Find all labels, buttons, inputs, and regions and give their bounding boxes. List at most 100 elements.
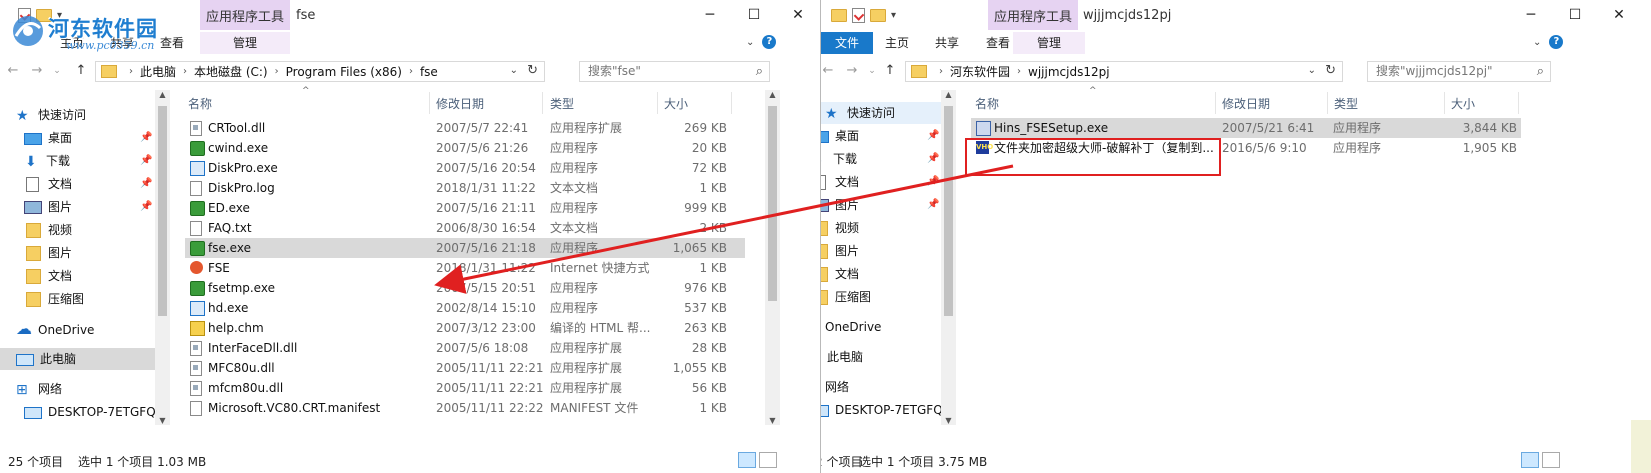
file-row[interactable]: fsetmp.exe 2007/5/15 20:51 应用程序 976 KB (185, 278, 745, 298)
scroll-down-icon[interactable]: ▼ (765, 416, 780, 425)
address-bar[interactable]: › 河东软件园 › wjjjmcjds12pj ⌄ ↻ (905, 61, 1343, 82)
nav-downloads[interactable]: 下载 (821, 148, 857, 171)
column-type[interactable]: 类型 (1334, 95, 1358, 112)
scroll-thumb[interactable] (768, 106, 777, 301)
nav-desktop[interactable]: 桌面 (24, 127, 72, 149)
nav-archives[interactable]: 压缩图 (821, 286, 871, 308)
close-button[interactable]: ✕ (776, 0, 820, 30)
file-row[interactable]: mfcm80u.dll 2005/11/11 22:21 应用程序扩展 56 KB (185, 378, 745, 398)
nav-desktop-host[interactable]: DESKTOP-7ETGFQH (821, 399, 952, 421)
file-row[interactable]: InterFaceDll.dll 2007/5/6 18:08 应用程序扩展 28 K… (185, 338, 745, 358)
scroll-up-icon[interactable]: ▲ (155, 90, 170, 99)
scroll-thumb[interactable] (158, 106, 167, 316)
pin-icon[interactable]: 📌 (927, 199, 939, 210)
nav-scrollbar[interactable]: ▲ ▼ (155, 90, 170, 425)
nav-desktop[interactable]: 桌面 (821, 125, 859, 147)
file-row[interactable]: cwind.exe 2007/5/6 21:26 应用程序 20 KB (185, 138, 745, 158)
up-arrow-icon[interactable]: ↑ (72, 63, 90, 78)
column-date[interactable]: 修改日期 (1222, 95, 1270, 112)
pin-icon[interactable]: 📌 (140, 132, 152, 143)
pin-icon[interactable]: 📌 (927, 130, 939, 141)
tab-file[interactable]: 文件 (821, 32, 874, 54)
large-icons-view-icon[interactable] (759, 452, 777, 468)
nav-network[interactable]: 网络 (821, 376, 849, 398)
refresh-icon[interactable]: ↻ (527, 63, 538, 78)
pin-icon[interactable]: 📌 (927, 153, 939, 164)
back-arrow-icon[interactable]: ← (821, 63, 837, 78)
forward-arrow-icon[interactable]: → (843, 63, 861, 78)
forward-arrow-icon[interactable]: → (28, 63, 46, 78)
properties-icon[interactable] (852, 7, 865, 23)
column-size[interactable]: 大小 (664, 95, 688, 112)
nav-onedrive[interactable]: OneDrive (16, 318, 94, 341)
file-row[interactable]: CRTool.dll 2007/5/7 22:41 应用程序扩展 269 KB (185, 118, 745, 138)
search-box[interactable]: 搜索"wjjjmcjds12pj" ⌕ (1367, 61, 1551, 82)
file-row[interactable]: Microsoft.VC80.CRT.manifest 2005/11/11 22… (185, 398, 745, 418)
nav-pictures[interactable]: 图片 (821, 194, 859, 216)
help-icon[interactable]: ? (762, 35, 777, 49)
nav-this-pc[interactable]: 此电脑 (821, 346, 863, 368)
nav-network[interactable]: 网络 (16, 378, 62, 401)
scroll-up-icon[interactable]: ▲ (941, 90, 956, 99)
breadcrumb-c-drive[interactable]: 本地磁盘 (C:) (194, 63, 268, 80)
file-row[interactable]: MFC80u.dll 2005/11/11 22:21 应用程序扩展 1,055 KB (185, 358, 745, 378)
column-date[interactable]: 修改日期 (436, 95, 484, 112)
expand-ribbon-icon[interactable]: ⌄ (746, 37, 754, 48)
tab-home[interactable]: 主页 (875, 32, 919, 54)
nav-pictures-folder[interactable]: 图片 (821, 240, 859, 262)
nav-desktop-host[interactable]: DESKTOP-7ETGFQH (24, 401, 165, 423)
search-icon[interactable]: ⌕ (1537, 62, 1544, 81)
nav-pictures-folder[interactable]: 图片 (24, 242, 72, 264)
file-row[interactable]: hd.exe 2002/8/14 15:10 应用程序 537 KB (185, 298, 745, 318)
breadcrumb-wjjjmcjds12pj[interactable]: wjjjmcjds12pj (1028, 65, 1110, 79)
scroll-up-icon[interactable]: ▲ (765, 90, 780, 99)
minimize-button[interactable]: ─ (1509, 0, 1553, 30)
details-view-icon[interactable] (1521, 452, 1539, 468)
maximize-button[interactable]: ☐ (732, 0, 776, 30)
customize-qat-icon[interactable]: ▾ (891, 10, 896, 21)
address-dropdown-icon[interactable]: ⌄ (1308, 65, 1316, 76)
breadcrumb-hedong[interactable]: 河东软件园 (950, 63, 1010, 80)
nav-quick-access[interactable]: 快速访问 (16, 104, 86, 127)
nav-quick-access[interactable]: 快速访问 (821, 102, 941, 125)
breadcrumb-program-files[interactable]: Program Files (x86) (286, 65, 402, 79)
details-view-icon[interactable] (738, 452, 756, 468)
nav-videos[interactable]: 视频 (821, 217, 859, 239)
pin-icon[interactable]: 📌 (927, 176, 939, 187)
file-row[interactable]: ED.exe 2007/5/16 21:11 应用程序 999 KB (185, 198, 745, 218)
file-row[interactable]: DiskPro.exe 2007/5/16 20:54 应用程序 72 KB (185, 158, 745, 178)
pin-icon[interactable]: 📌 (140, 178, 152, 189)
column-name[interactable]: 名称 (975, 95, 999, 112)
nav-downloads[interactable]: 下载 (24, 150, 70, 173)
nav-documents-folder[interactable]: 文档 (821, 263, 859, 285)
file-row[interactable]: Hins_FSESetup.exe 2007/5/21 6:41 应用程序 3,844… (971, 118, 1521, 138)
nav-archives[interactable]: 压缩图 (24, 288, 84, 310)
address-bar[interactable]: › 此电脑 › 本地磁盘 (C:) › Program Files (x86) … (95, 61, 545, 82)
file-row[interactable]: fse.exe 2007/5/16 21:18 应用程序 1,065 KB (185, 238, 745, 258)
nav-pictures[interactable]: 图片 (24, 196, 72, 218)
column-size[interactable]: 大小 (1451, 95, 1475, 112)
recent-dropdown-icon[interactable]: ⌄ (863, 66, 881, 76)
search-icon[interactable]: ⌕ (756, 62, 763, 81)
expand-ribbon-icon[interactable]: ⌄ (1533, 37, 1541, 48)
breadcrumb-this-pc[interactable]: 此电脑 (140, 63, 176, 80)
nav-videos[interactable]: 视频 (24, 219, 72, 241)
up-arrow-icon[interactable]: ↑ (881, 63, 899, 78)
nav-documents[interactable]: 文档 (24, 173, 72, 195)
file-row[interactable]: DiskPro.log 2018/1/31 11:22 文本文档 1 KB (185, 178, 745, 198)
breadcrumb-fse[interactable]: fse (420, 65, 438, 79)
close-button[interactable]: ✕ (1597, 0, 1641, 30)
scroll-down-icon[interactable]: ▼ (155, 416, 170, 425)
search-box[interactable]: 搜索"fse" ⌕ (579, 61, 770, 82)
nav-documents[interactable]: 文档 (821, 171, 859, 193)
back-arrow-icon[interactable]: ← (4, 63, 22, 78)
refresh-icon[interactable]: ↻ (1325, 63, 1336, 78)
nav-documents-folder[interactable]: 文档 (24, 265, 72, 287)
scroll-thumb[interactable] (944, 106, 953, 316)
help-icon[interactable]: ? (1549, 35, 1564, 49)
nav-onedrive[interactable]: OneDrive (821, 316, 881, 338)
tab-manage[interactable]: 管理 (1013, 32, 1085, 54)
pin-icon[interactable]: 📌 (140, 201, 152, 212)
nav-this-pc[interactable]: 此电脑 (0, 348, 155, 370)
file-row[interactable]: FSE 2018/1/31 11:22 Internet 快捷方式 1 KB (185, 258, 745, 278)
